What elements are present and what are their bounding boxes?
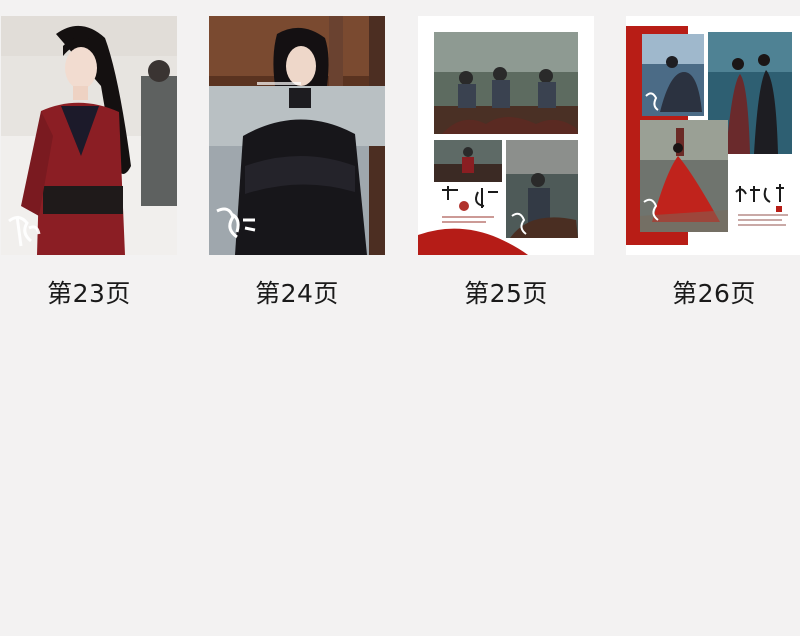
page-tile-23[interactable]: 第23页	[1, 16, 177, 312]
page-25-label: 第25页	[464, 279, 548, 308]
page-23-image	[1, 16, 177, 255]
page-tile-26[interactable]: 第26页	[626, 16, 800, 312]
page-26-label: 第26页	[672, 279, 756, 308]
page-thumbnail-grid: 第23页 第24页 第25页 第26页	[0, 0, 800, 636]
page-24-label: 第24页	[255, 279, 339, 308]
page-tile-25[interactable]: 第25页	[418, 16, 594, 312]
page-24-image	[209, 16, 385, 255]
page-25-thumbnail[interactable]	[418, 16, 594, 255]
page-23-thumbnail[interactable]	[1, 16, 177, 255]
page-26-image	[626, 16, 800, 255]
page-tile-24[interactable]: 第24页	[209, 16, 385, 312]
page-25-image	[418, 16, 594, 255]
page-26-thumbnail[interactable]	[626, 16, 800, 255]
page-23-label: 第23页	[47, 279, 131, 308]
page-24-thumbnail[interactable]	[209, 16, 385, 255]
